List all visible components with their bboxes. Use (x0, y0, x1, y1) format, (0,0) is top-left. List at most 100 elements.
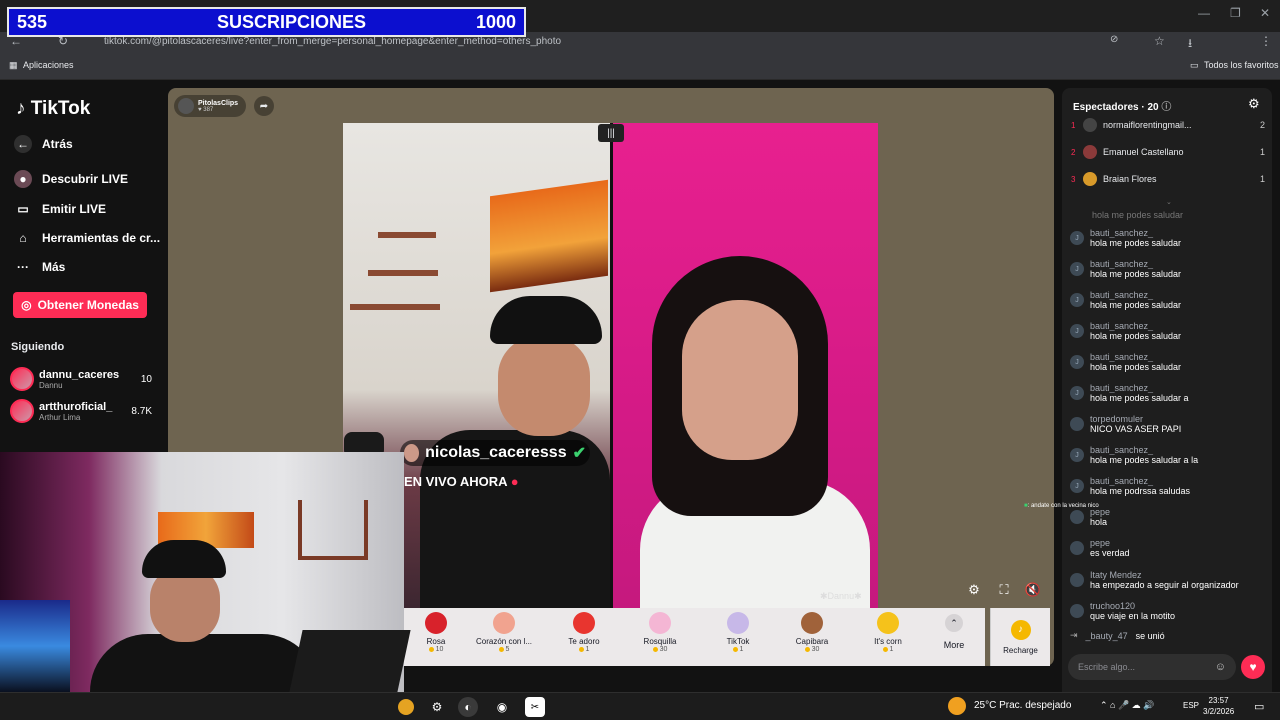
settings-taskbar-icon[interactable]: ⚙ (427, 697, 447, 717)
bookmark-star-icon[interactable]: ☆ (1154, 34, 1165, 48)
close-window-icon[interactable]: ✕ (1260, 6, 1270, 20)
coin-icon: ♪ (1010, 619, 1031, 640)
arrow-left-icon: ← (14, 135, 32, 153)
viewer-rank: 2 (1071, 147, 1076, 157)
guest-username-tag: nicolas_caceresss ✔ (400, 440, 590, 466)
gift-item[interactable]: TikTok 1 (706, 612, 770, 653)
webcam-monitor (289, 630, 411, 692)
logo-text: TikTok (30, 98, 91, 119)
host-avatar (178, 98, 194, 114)
gift-item[interactable]: Rosquilla 30 (628, 612, 692, 653)
webcam-cap (142, 540, 226, 578)
clock[interactable]: 23:57 3/2/2026 (1203, 695, 1234, 717)
chevron-down-icon[interactable]: ⌄ (1166, 198, 1172, 206)
gift-item[interactable]: Rosa 10 (404, 612, 468, 653)
recharge-label: Recharge (1003, 645, 1038, 655)
gear-icon[interactable]: ⚙ (1248, 96, 1260, 112)
chat-message[interactable]: J bauti_sanchez_ hola me podes saludar (1070, 352, 1266, 372)
like-heart-button[interactable]: ♥ (1241, 655, 1265, 679)
url-field[interactable]: tiktok.com/@pitolascaceres/live?enter_fr… (104, 36, 561, 47)
gift-name: Capibara (795, 637, 829, 646)
sidebar-item-discover-live[interactable]: ● Descubrir LIVE (14, 170, 128, 188)
chat-text: es verdad (1090, 548, 1130, 558)
bookmark-apps[interactable]: Aplicaciones (23, 60, 74, 70)
mute-icon[interactable]: 🔇 (1025, 582, 1041, 598)
gift-name: Corazón con l... (475, 637, 533, 646)
sidebar-item-back[interactable]: ← Atrás (14, 135, 73, 153)
following-item[interactable]: artthuroficial_ Arthur Lima 8.7K (10, 399, 152, 423)
coin-icon (428, 647, 434, 652)
chat-text: que viaje en la motito (1090, 611, 1176, 621)
chat-message[interactable]: J bauti_sanchez_ hola me podes saludar (1070, 259, 1266, 279)
gift-price: 30 (652, 646, 667, 653)
chat-message[interactable]: J bauti_sanchez_ hola me podes saludar (1070, 228, 1266, 248)
gift-icon (727, 612, 749, 634)
recharge-button[interactable]: ♪ Recharge (990, 608, 1050, 666)
chat-message[interactable]: J bauti_sanchez_ hola me podes saludar a… (1070, 445, 1266, 465)
chat-message[interactable]: pepe hola (1070, 507, 1266, 527)
chat-message[interactable]: J bauti_sanchez_ hola me podes saludar a (1070, 383, 1266, 403)
avatar: J (1070, 479, 1084, 493)
gift-icon (493, 612, 515, 634)
weather-text[interactable]: 25°C Prac. despejado (974, 700, 1071, 711)
fullscreen-icon[interactable]: ⛶ (996, 582, 1012, 598)
menu-dots-icon[interactable]: ⋮ (1260, 34, 1272, 48)
sidebar-item-go-live[interactable]: ▭ Emitir LIVE (14, 200, 106, 218)
host-info[interactable]: PitolasClips ♥ 387 (174, 95, 246, 117)
chat-message[interactable]: J bauti_sanchez_ hola me podes saludar (1070, 321, 1266, 341)
notifications-icon[interactable]: ▭ (1254, 700, 1264, 713)
subs-current: 535 (17, 11, 48, 32)
avatar: J (1070, 324, 1084, 338)
minimize-icon[interactable]: — (1198, 6, 1210, 20)
eye-off-icon[interactable]: ⊘ (1110, 34, 1118, 45)
capcut-icon[interactable]: ✂ (525, 697, 545, 717)
subscription-counter: 535 SUSCRIPCIONES 1000 (7, 7, 526, 37)
chrome-icon[interactable] (398, 699, 414, 715)
windows-taskbar (0, 692, 1280, 720)
restore-icon[interactable]: ❐ (1230, 6, 1241, 20)
gift-item[interactable]: Capibara 30 (780, 612, 844, 653)
chat-message[interactable]: J bauti_sanchez_ hola me podes saludar (1070, 290, 1266, 310)
chat-message[interactable]: truchoo120 que viaje en la motito (1070, 601, 1266, 621)
coins-label: Obtener Monedas (37, 298, 139, 312)
apps-icon[interactable]: ▦ (9, 60, 18, 71)
chat-message[interactable]: Itaty Mendez ha empezado a seguir al org… (1070, 570, 1266, 590)
share-icon[interactable]: ➦ (254, 96, 274, 116)
gift-name: Rosquilla (643, 637, 677, 646)
viewer-row[interactable]: 1 normaiflorentingmail... 2 (1071, 118, 1265, 132)
system-tray-icons[interactable]: ⌃ ⌂ 🎤 ☁ 🔊 (1100, 700, 1154, 711)
coin-icon (652, 647, 658, 652)
gift-item[interactable]: Corazón con l... 5 (472, 612, 536, 653)
settings-icon[interactable]: ⚙ (966, 582, 982, 598)
gift-item[interactable]: It's corn 1 (856, 612, 920, 653)
sidebar-item-creator-tools[interactable]: ⌂ Herramientas de cr... (14, 229, 160, 247)
steam-icon[interactable]: ◉ (492, 697, 512, 717)
language-indicator[interactable]: ESP (1183, 701, 1199, 710)
viewer-row[interactable]: 2 Emanuel Castellano 1 (1071, 145, 1265, 159)
chat-message[interactable]: torpedomuler NICO VAS ASER PAPI (1070, 414, 1266, 434)
chat-message[interactable]: pepe es verdad (1070, 538, 1266, 558)
partner-face (682, 300, 798, 460)
avatar: J (1070, 231, 1084, 245)
join-text: se unió (1135, 630, 1165, 641)
more-gifts-button[interactable]: ⌃ More (934, 614, 974, 650)
tiktok-logo[interactable]: ♪ TikTok (16, 98, 90, 120)
folder-icon: ▭ (1190, 60, 1199, 70)
avatar (1083, 118, 1097, 132)
bookmark-all[interactable]: Todos los favoritos (1204, 60, 1279, 70)
sidebar-item-more[interactable]: ··· Más (14, 258, 65, 276)
download-icon[interactable]: ⭳ (1188, 34, 1192, 55)
gift-name: Te adoro (568, 637, 600, 646)
chat-message[interactable]: J bauti_sanchez_ hola me podrssa saludas (1070, 476, 1266, 496)
chat-input[interactable]: Escribe algo... ☺ (1068, 654, 1236, 680)
get-coins-button[interactable]: ◎ Obtener Monedas (13, 292, 147, 318)
sidebar-label: Descubrir LIVE (42, 172, 129, 186)
viewer-rank: 1 (1071, 120, 1076, 130)
viewer-row[interactable]: 3 Braian Flores 1 (1071, 172, 1265, 186)
emoji-icon[interactable]: ☺ (1215, 661, 1226, 673)
gift-icon (877, 612, 899, 634)
following-item[interactable]: dannu_caceres Dannu 10 (10, 367, 152, 391)
obs-icon[interactable]: ◐ (458, 697, 478, 717)
gift-price: 30 (804, 646, 819, 653)
gift-item[interactable]: Te adoro 1 (552, 612, 616, 653)
